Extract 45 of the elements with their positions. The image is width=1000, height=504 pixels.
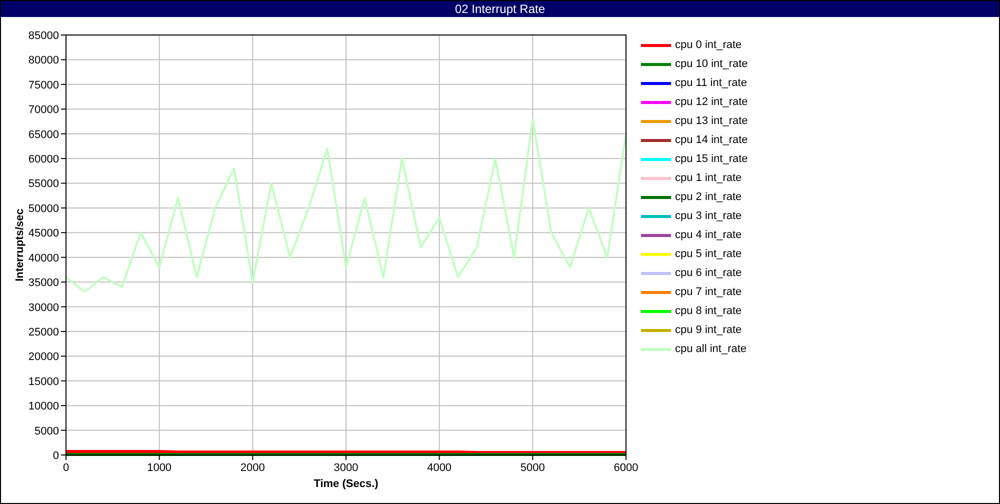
- y-tick-label: 25000: [28, 326, 59, 338]
- legend-label: cpu 10 int_rate: [675, 59, 748, 70]
- legend-label: cpu 11 int_rate: [675, 78, 747, 89]
- y-tick-label: 30000: [28, 302, 59, 314]
- x-tick-label: 5000: [520, 462, 545, 474]
- y-tick-label: 70000: [28, 104, 59, 116]
- x-tick-label: 2000: [240, 462, 265, 474]
- x-tick-label: 4000: [427, 462, 452, 474]
- x-tick-label: 1000: [147, 462, 172, 474]
- legend-label: cpu 8 int_rate: [675, 306, 742, 317]
- y-axis-title: Interrupts/sec: [14, 208, 26, 282]
- y-tick-label: 35000: [28, 277, 59, 290]
- legend-label: cpu 9 int_rate: [675, 325, 742, 336]
- x-tick-label: 3000: [334, 462, 358, 474]
- legend-label: cpu 1 int_rate: [675, 173, 742, 184]
- y-tick-label: 75000: [28, 79, 59, 92]
- y-tick-label: 80000: [28, 54, 59, 67]
- x-tick-label: 0: [62, 462, 70, 474]
- legend-label: cpu 4 int_rate: [675, 230, 742, 241]
- y-tick-label: 40000: [28, 252, 59, 264]
- legend-label: cpu 12 int_rate: [675, 97, 748, 108]
- y-tick-label: 0: [52, 450, 59, 462]
- y-tick-label: 10000: [28, 400, 59, 413]
- legend-label: cpu all int_rate: [675, 344, 747, 355]
- legend-label: cpu 3 int_rate: [675, 211, 742, 222]
- legend-label: cpu 2 int_rate: [675, 192, 742, 203]
- y-tick-label: 20000: [28, 351, 59, 364]
- legend-label: cpu 7 int_rate: [675, 287, 742, 298]
- y-tick-label: 5000: [34, 425, 59, 438]
- x-axis-title: Time (Secs.): [314, 478, 378, 490]
- x-tick-label: 6000: [614, 462, 638, 474]
- legend-label: cpu 15 int_rate: [675, 154, 748, 165]
- legend-label: cpu 0 int_rate: [675, 40, 742, 51]
- legend-label: cpu 14 int_rate: [675, 135, 748, 146]
- y-tick-label: 50000: [28, 202, 59, 215]
- y-tick-label: 85000: [28, 30, 59, 42]
- window-title: 02 Interrupt Rate: [454, 3, 546, 15]
- y-tick-label: 65000: [28, 128, 59, 141]
- y-tick-label: 60000: [28, 154, 59, 166]
- legend-label: cpu 6 int_rate: [675, 268, 742, 279]
- y-tick-label: 15000: [28, 376, 59, 388]
- y-tick-label: 55000: [28, 178, 59, 190]
- legend-label: cpu 13 int_rate: [675, 116, 748, 127]
- legend-label: cpu 5 int_rate: [675, 249, 742, 260]
- y-tick-label: 45000: [28, 228, 59, 240]
